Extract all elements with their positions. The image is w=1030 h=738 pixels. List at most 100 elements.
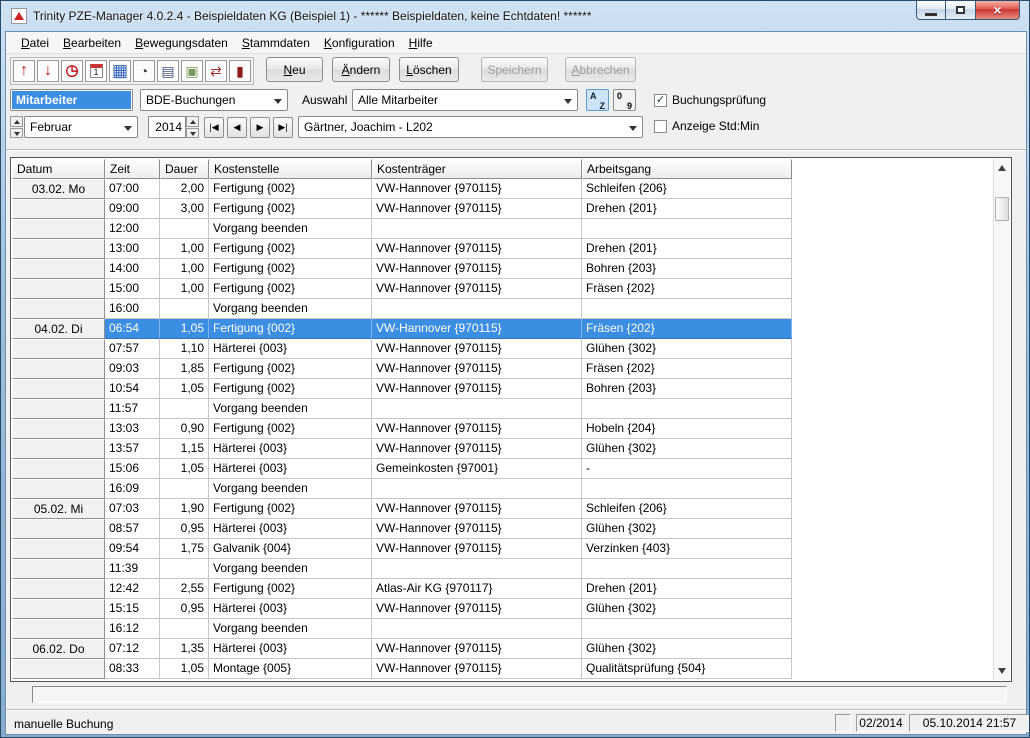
cell-datum[interactable] xyxy=(12,239,105,259)
booking-check-checkbox[interactable]: ✓ xyxy=(654,94,667,107)
cell-kostentraeger[interactable]: VW-Hannover {970115} xyxy=(372,379,582,399)
cell-kostentraeger[interactable]: VW-Hannover {970115} xyxy=(372,439,582,459)
cell-dauer[interactable]: 2,00 xyxy=(160,179,209,199)
close-button[interactable]: × xyxy=(975,1,1020,20)
cell-arbeitsgang[interactable]: Drehen {201} xyxy=(582,239,792,259)
copy-bookings-button[interactable]: ▤ xyxy=(157,60,179,82)
cell-dauer[interactable]: 1,00 xyxy=(160,279,209,299)
cell-kostenstelle[interactable]: Vorgang beenden xyxy=(209,219,372,239)
cell-arbeitsgang[interactable] xyxy=(582,479,792,499)
cell-arbeitsgang[interactable]: Fräsen {202} xyxy=(582,359,792,379)
cell-dauer[interactable]: 1,00 xyxy=(160,239,209,259)
cell-datum[interactable] xyxy=(12,519,105,539)
cell-datum[interactable] xyxy=(12,539,105,559)
cell-arbeitsgang[interactable] xyxy=(582,619,792,639)
abbrechen-button[interactable]: Abbrechen xyxy=(565,57,636,82)
year-spin-down-icon[interactable] xyxy=(186,128,199,139)
cell-datum[interactable] xyxy=(12,279,105,299)
year-spin-up-icon[interactable] xyxy=(186,116,199,127)
note-field[interactable] xyxy=(32,686,1007,703)
mode-field[interactable]: Mitarbeiter xyxy=(10,89,133,111)
cell-arbeitsgang[interactable]: Glühen {302} xyxy=(582,639,792,659)
aendern-button[interactable]: Ändern xyxy=(332,57,390,82)
cell-kostentraeger[interactable]: VW-Hannover {970115} xyxy=(372,259,582,279)
prev-record-button[interactable]: ◀ xyxy=(227,117,247,138)
cell-kostentraeger[interactable]: Gemeinkosten {97001} xyxy=(372,459,582,479)
cell-kostentraeger[interactable]: VW-Hannover {970115} xyxy=(372,519,582,539)
column-header-kostenträger[interactable]: Kostenträger xyxy=(372,159,582,179)
cell-dauer[interactable]: 1,05 xyxy=(160,659,209,679)
cell-kostentraeger[interactable]: VW-Hannover {970115} xyxy=(372,279,582,299)
cell-zeit[interactable]: 16:00 xyxy=(105,299,160,319)
cell-datum[interactable] xyxy=(12,299,105,319)
month-spin-up-icon[interactable] xyxy=(10,116,23,127)
month-spin-down-icon[interactable] xyxy=(10,128,23,139)
clock-button[interactable]: ◷ xyxy=(61,60,83,82)
month-calendar-button[interactable]: ▦ xyxy=(109,60,131,82)
cell-zeit[interactable]: 06:54 xyxy=(105,319,160,339)
column-header-datum[interactable]: Datum xyxy=(12,159,105,179)
cell-kostenstelle[interactable]: Montage {005} xyxy=(209,659,372,679)
cell-kostenstelle[interactable]: Härterei {003} xyxy=(209,459,372,479)
cell-kostenstelle[interactable]: Härterei {003} xyxy=(209,439,372,459)
cell-datum[interactable] xyxy=(12,199,105,219)
employee-dropdown[interactable]: Gärtner, Joachim - L202 xyxy=(298,116,643,138)
cell-kostentraeger[interactable]: VW-Hannover {970115} xyxy=(372,499,582,519)
day-calendar-button[interactable]: 1 xyxy=(85,60,107,82)
cell-arbeitsgang[interactable]: Fräsen {202} xyxy=(582,319,792,339)
cell-datum[interactable] xyxy=(12,559,105,579)
cell-datum[interactable] xyxy=(12,259,105,279)
terminal-transfer-button[interactable]: ⇄ xyxy=(205,60,227,82)
cell-zeit[interactable]: 11:39 xyxy=(105,559,160,579)
cell-datum[interactable] xyxy=(12,379,105,399)
cell-kostentraeger[interactable] xyxy=(372,559,582,579)
minimize-button[interactable] xyxy=(916,1,946,20)
cell-kostenstelle[interactable]: Fertigung {002} xyxy=(209,279,372,299)
cell-dauer[interactable] xyxy=(160,299,209,319)
cell-kostenstelle[interactable]: Vorgang beenden xyxy=(209,479,372,499)
cell-datum[interactable] xyxy=(12,439,105,459)
cell-kostenstelle[interactable]: Vorgang beenden xyxy=(209,299,372,319)
cell-dauer[interactable]: 1,90 xyxy=(160,499,209,519)
cell-kostentraeger[interactable]: VW-Hannover {970115} xyxy=(372,339,582,359)
cell-dauer[interactable]: 1,00 xyxy=(160,259,209,279)
cell-kostenstelle[interactable]: Fertigung {002} xyxy=(209,259,372,279)
cell-dauer[interactable]: 1,35 xyxy=(160,639,209,659)
cell-datum[interactable] xyxy=(12,399,105,419)
cell-kostenstelle[interactable]: Fertigung {002} xyxy=(209,239,372,259)
cell-zeit[interactable]: 14:00 xyxy=(105,259,160,279)
cell-datum[interactable] xyxy=(12,659,105,679)
cell-dauer[interactable]: 0,95 xyxy=(160,519,209,539)
cell-zeit[interactable]: 10:54 xyxy=(105,379,160,399)
cell-arbeitsgang[interactable]: Hobeln {204} xyxy=(582,419,792,439)
cell-kostentraeger[interactable]: VW-Hannover {970115} xyxy=(372,539,582,559)
cell-kostentraeger[interactable]: VW-Hannover {970115} xyxy=(372,599,582,619)
cell-zeit[interactable]: 07:00 xyxy=(105,179,160,199)
cell-dauer[interactable]: 1,10 xyxy=(160,339,209,359)
cell-arbeitsgang[interactable]: Qualitätsprüfung {504} xyxy=(582,659,792,679)
neu-button[interactable]: Neu xyxy=(266,57,323,82)
cell-kostentraeger[interactable] xyxy=(372,479,582,499)
column-header-zeit[interactable]: Zeit xyxy=(105,159,160,179)
cell-zeit[interactable]: 12:42 xyxy=(105,579,160,599)
cell-dauer[interactable]: 1,15 xyxy=(160,439,209,459)
cell-datum[interactable] xyxy=(12,419,105,439)
cell-arbeitsgang[interactable]: Glühen {302} xyxy=(582,439,792,459)
cell-zeit[interactable]: 08:33 xyxy=(105,659,160,679)
scrollbar-thumb[interactable] xyxy=(995,197,1009,221)
cell-kostenstelle[interactable]: Galvanik {004} xyxy=(209,539,372,559)
cell-dauer[interactable] xyxy=(160,399,209,419)
cell-datum[interactable] xyxy=(12,219,105,239)
year-field[interactable]: 2014 xyxy=(148,116,186,138)
cell-kostenstelle[interactable]: Fertigung {002} xyxy=(209,499,372,519)
cell-zeit[interactable]: 08:57 xyxy=(105,519,160,539)
cell-dauer[interactable]: 0,95 xyxy=(160,599,209,619)
cell-kostentraeger[interactable]: VW-Hannover {970115} xyxy=(372,199,582,219)
cell-zeit[interactable]: 12:00 xyxy=(105,219,160,239)
cell-kostenstelle[interactable]: Fertigung {002} xyxy=(209,379,372,399)
cell-zeit[interactable]: 09:00 xyxy=(105,199,160,219)
cell-arbeitsgang[interactable]: Bohren {203} xyxy=(582,379,792,399)
cell-kostentraeger[interactable]: VW-Hannover {970115} xyxy=(372,359,582,379)
cell-zeit[interactable]: 15:06 xyxy=(105,459,160,479)
cell-zeit[interactable]: 13:03 xyxy=(105,419,160,439)
